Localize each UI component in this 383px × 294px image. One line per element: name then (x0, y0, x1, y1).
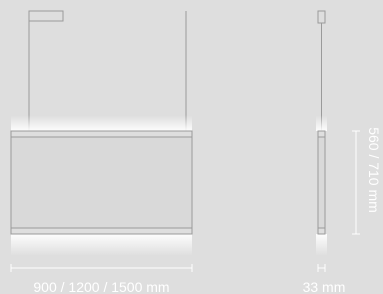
width-dimension-line (10, 264, 193, 272)
side-downlight-glow (316, 234, 327, 256)
front-view (10, 10, 193, 256)
depth-dimension-line (317, 264, 326, 272)
side-top-cap (317, 130, 326, 138)
side-view (316, 10, 327, 256)
side-uplight-glow (316, 115, 327, 131)
width-dimension-label: 900 / 1200 / 1500 mm (33, 279, 170, 294)
downlight-glow (11, 234, 192, 256)
bottom-rail (10, 227, 193, 235)
height-dimension-line (352, 130, 360, 235)
side-bottom-cap (317, 227, 326, 235)
ceiling-canopy (28, 10, 64, 22)
height-dimension-label: 560 / 710 mm (366, 127, 382, 213)
luminaire-panel (10, 136, 193, 229)
depth-dimension-label: 33 mm (302, 279, 346, 294)
side-profile (317, 136, 326, 229)
technical-drawing (10, 10, 360, 272)
luminaire-dimension-drawing: 900 / 1200 / 1500 mm 33 mm 560 / 710 mm (0, 0, 383, 294)
side-canopy (317, 10, 326, 24)
uplight-glow (11, 115, 192, 131)
top-rail (10, 130, 193, 138)
